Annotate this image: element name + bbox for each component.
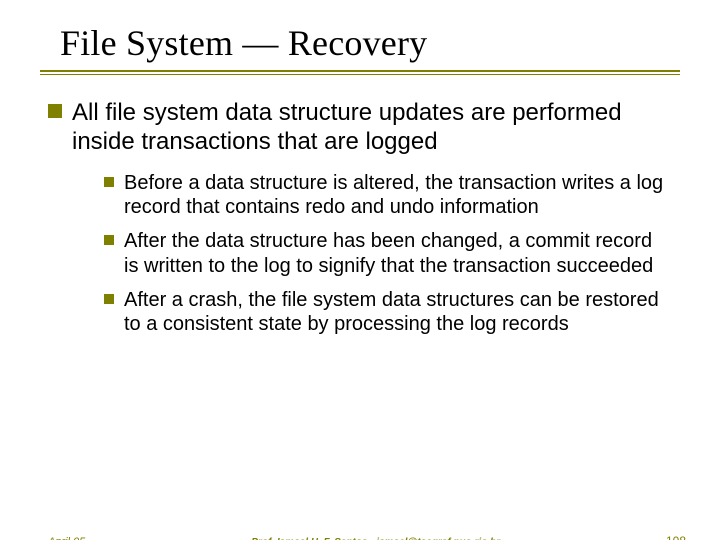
slide: File System — Recovery All file system d… xyxy=(0,22,720,540)
bullet-text: After the data structure has been change… xyxy=(124,229,672,278)
square-bullet-icon xyxy=(48,104,62,118)
bullet-level2: After a crash, the file system data stru… xyxy=(104,288,672,337)
bullet-level1: All file system data structure updates a… xyxy=(48,98,672,157)
sub-bullets: Before a data structure is altered, the … xyxy=(104,171,672,337)
footer-page-number: 108 xyxy=(666,534,686,540)
slide-title: File System — Recovery xyxy=(60,22,720,64)
square-bullet-icon xyxy=(104,294,114,304)
rule-thick xyxy=(40,70,680,72)
bullet-level2: Before a data structure is altered, the … xyxy=(104,171,672,220)
bullet-text: All file system data structure updates a… xyxy=(72,98,672,157)
square-bullet-icon xyxy=(104,235,114,245)
content-area: All file system data structure updates a… xyxy=(48,98,672,337)
bullet-text: After a crash, the file system data stru… xyxy=(124,288,672,337)
footer-date: April 05 xyxy=(48,536,85,540)
square-bullet-icon xyxy=(104,177,114,187)
footer: April 05 Prof. Ismael H. F. Santos - ism… xyxy=(0,534,720,540)
rule-thin xyxy=(40,74,680,75)
title-rule xyxy=(40,70,680,74)
bullet-text: Before a data structure is altered, the … xyxy=(124,171,672,220)
bullet-level2: After the data structure has been change… xyxy=(104,229,672,278)
